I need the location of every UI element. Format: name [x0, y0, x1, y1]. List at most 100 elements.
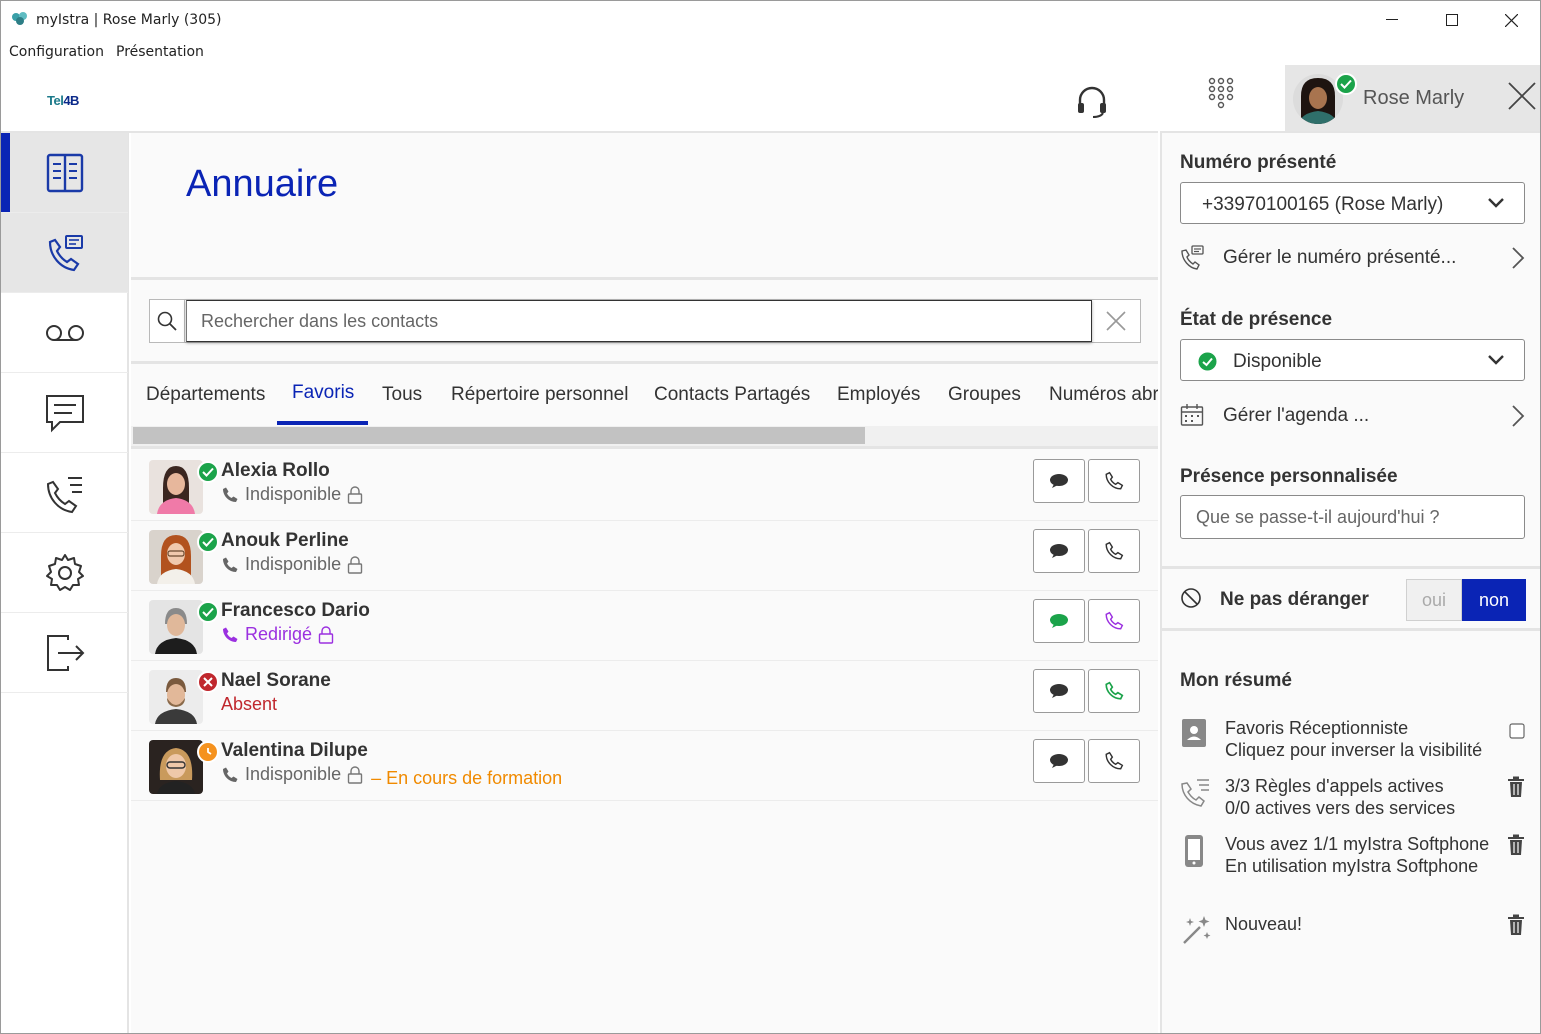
company-logo: Tel4B: [47, 93, 79, 108]
nav-annuaire[interactable]: [1, 133, 128, 213]
tab-contacts-partages[interactable]: Contacts Partagés: [654, 384, 810, 426]
scrollbar-thumb[interactable]: [133, 427, 865, 444]
calendar-icon: [1180, 404, 1204, 426]
phone-icon: [1105, 541, 1124, 560]
call-button[interactable]: [1088, 459, 1140, 503]
trash-icon[interactable]: [1507, 914, 1525, 936]
directory-book-icon: [46, 153, 83, 192]
nav-settings[interactable]: [1, 533, 128, 613]
magic-wand-icon: [1183, 916, 1211, 944]
chat-button[interactable]: [1033, 459, 1085, 503]
search-input[interactable]: [186, 300, 1092, 342]
user-header: Rose Marly: [1160, 65, 1540, 133]
divider: [131, 446, 1158, 449]
menu-bar: Configuration Présentation: [1, 39, 1540, 65]
phone-card-icon: [48, 234, 83, 271]
tab-repertoire-personnel[interactable]: Répertoire personnel: [451, 384, 628, 426]
visibility-checkbox[interactable]: [1509, 723, 1525, 739]
summary-line: Nouveau!: [1225, 914, 1303, 934]
contact-name: Nael Sorane: [221, 670, 331, 691]
manage-agenda[interactable]: Gérer l'agenda ...: [1180, 401, 1525, 433]
call-list-icon: [46, 476, 82, 513]
status-panel: Numéro présenté +33970100165 (Rose Marly…: [1160, 133, 1540, 1033]
top-header: Tel4B: [1, 65, 1158, 133]
dnd-yes-button[interactable]: oui: [1406, 579, 1462, 621]
chat-bubble-icon: [1050, 754, 1068, 768]
nav-messages[interactable]: [1, 373, 128, 453]
status-away-icon: [197, 741, 219, 763]
contact-state: Indisponible: [221, 554, 363, 575]
summary-line: En utilisation myIstra Softphone: [1225, 855, 1479, 876]
contact-row[interactable]: Francesco Dario Redirigé: [131, 591, 1158, 661]
close-icon: [1106, 311, 1126, 331]
chevron-down-icon: [1488, 355, 1504, 365]
chevron-down-icon: [1488, 198, 1504, 208]
custom-presence-input[interactable]: [1180, 495, 1525, 539]
tab-groupes[interactable]: Groupes: [948, 384, 1021, 426]
call-button[interactable]: [1088, 599, 1140, 643]
clear-search-button[interactable]: [1092, 300, 1140, 342]
dialpad-icon[interactable]: [1208, 77, 1234, 111]
phone-icon: [1105, 681, 1124, 700]
contact-name: Francesco Dario: [221, 600, 370, 621]
summary-line: Cliquez pour inverser la visibilité: [1225, 739, 1483, 760]
chat-button[interactable]: [1033, 529, 1085, 573]
search-button[interactable]: [150, 300, 185, 342]
window-title: myIstra | Rose Marly (305): [36, 12, 222, 28]
contact-row[interactable]: Nael Sorane Absent: [131, 661, 1158, 731]
chat-bubble-icon: [1050, 474, 1068, 488]
trash-icon[interactable]: [1507, 834, 1525, 856]
menu-configuration[interactable]: Configuration: [9, 44, 104, 60]
nav-call-rules[interactable]: [1, 453, 128, 533]
maximize-button[interactable]: [1423, 1, 1481, 39]
nav-voicemail[interactable]: [1, 293, 128, 373]
tab-numeros-abreges[interactable]: Numéros abr: [1049, 384, 1158, 426]
contact-status-note: – En cours de formation: [371, 768, 563, 788]
close-panel-icon[interactable]: [1507, 81, 1537, 111]
summary-line: 3/3 Règles d'appels actives: [1225, 776, 1444, 796]
contact-row[interactable]: Anouk Perline Indisponible: [131, 521, 1158, 591]
status-absent-icon: [197, 671, 219, 693]
dnd-toggle: oui non: [1406, 579, 1526, 621]
maximize-icon: [1446, 14, 1458, 26]
lock-icon: [347, 555, 363, 574]
phone-card-icon: [1181, 245, 1204, 270]
avatar: [149, 600, 203, 654]
presence-state-select[interactable]: Disponible: [1180, 339, 1525, 381]
tab-tous[interactable]: Tous: [382, 384, 422, 426]
nav-calls[interactable]: [1, 213, 128, 293]
tab-favoris[interactable]: Favoris: [292, 382, 354, 424]
left-navigation: [1, 133, 129, 1033]
tabs-scrollbar[interactable]: [131, 426, 1158, 446]
dnd-no-button[interactable]: non: [1462, 579, 1526, 621]
headset-icon[interactable]: [1075, 85, 1109, 119]
logout-icon: [46, 634, 84, 671]
divider: [131, 277, 1158, 280]
contact-row[interactable]: Valentina Dilupe Indisponible – En cours…: [131, 731, 1158, 801]
chevron-right-icon: [1512, 247, 1525, 269]
chat-button[interactable]: [1033, 669, 1085, 713]
tab-departements[interactable]: Départements: [146, 384, 265, 426]
user-profile-chip[interactable]: Rose Marly: [1285, 65, 1540, 131]
manage-presented-number[interactable]: Gérer le numéro présenté...: [1180, 243, 1525, 275]
chat-button[interactable]: [1033, 739, 1085, 783]
close-window-button[interactable]: [1482, 1, 1540, 39]
status-available-icon: [197, 601, 219, 623]
main-content: Annuaire Départements Favoris Tous Réper…: [131, 133, 1158, 1033]
call-button[interactable]: [1088, 529, 1140, 573]
tab-employes[interactable]: Employés: [837, 384, 920, 426]
minimize-button[interactable]: [1363, 1, 1421, 39]
gear-icon: [45, 553, 84, 591]
call-button[interactable]: [1088, 739, 1140, 783]
contact-name: Valentina Dilupe: [221, 740, 368, 761]
presented-number-select[interactable]: +33970100165 (Rose Marly): [1180, 182, 1525, 224]
trash-icon[interactable]: [1507, 776, 1525, 798]
contact-state: Absent: [221, 694, 278, 714]
contact-row[interactable]: Alexia Rollo Indisponible: [131, 451, 1158, 521]
chat-button[interactable]: [1033, 599, 1085, 643]
section-title: Présence personnalisée: [1180, 466, 1398, 487]
section-title: Mon résumé: [1180, 670, 1292, 691]
menu-presentation[interactable]: Présentation: [116, 44, 204, 60]
call-button[interactable]: [1088, 669, 1140, 713]
nav-logout[interactable]: [1, 613, 128, 693]
